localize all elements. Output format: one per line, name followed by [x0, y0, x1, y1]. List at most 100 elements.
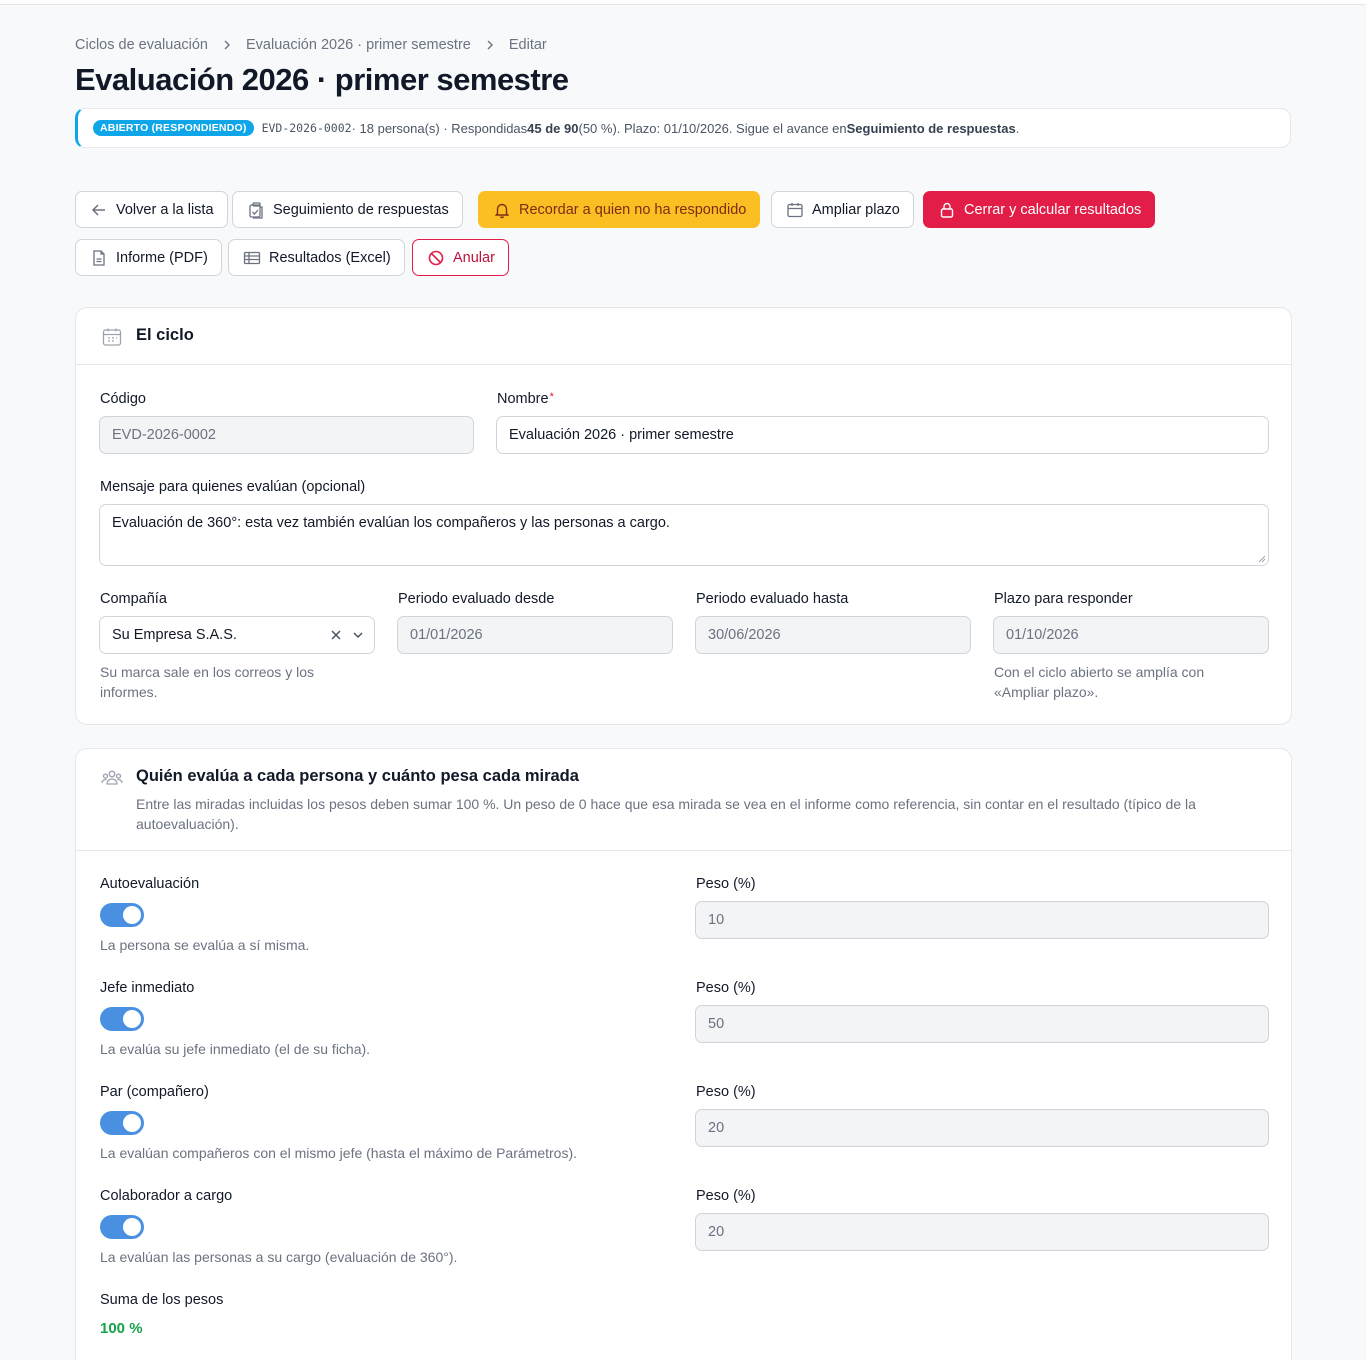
- peer-help: La evalúan compañeros con el mismo jefe …: [100, 1145, 577, 1161]
- period-from-value: 01/01/2026: [410, 627, 483, 643]
- period-to-field: 30/06/2026: [695, 616, 971, 654]
- breadcrumb-cycles-link[interactable]: Ciclos de evaluación: [75, 37, 208, 53]
- code-field: EVD-2026-0002: [99, 416, 474, 454]
- manager-toggle[interactable]: [100, 1007, 144, 1031]
- report-toggle[interactable]: [100, 1215, 144, 1239]
- report-weight-field: 20: [695, 1213, 1269, 1251]
- period-to-value: 30/06/2026: [708, 627, 781, 643]
- results-excel-button[interactable]: Resultados (Excel): [228, 239, 405, 276]
- peer-label: Par (compañero): [100, 1084, 209, 1100]
- close-and-calculate-button[interactable]: Cerrar y calcular resultados: [923, 191, 1156, 228]
- manager-help: La evalúa su jefe inmediato (el de su fi…: [100, 1041, 371, 1057]
- report-help: La evalúan las personas a su cargo (eval…: [100, 1249, 458, 1265]
- weights-sum-value: 100 %: [100, 1320, 143, 1337]
- manager-label: Jefe inmediato: [100, 980, 195, 996]
- calendar-icon: [786, 201, 804, 219]
- back-to-list-button[interactable]: Volver a la lista: [75, 191, 228, 228]
- extend-deadline-label: Ampliar plazo: [812, 201, 900, 218]
- company-select[interactable]: Su Empresa S.A.S.: [99, 616, 375, 654]
- users-icon: [101, 767, 123, 789]
- table-icon: [243, 249, 261, 267]
- lock-icon: [938, 201, 956, 219]
- cycle-card: El ciclo Código EVD-2026-0002 Nombre* Ev…: [75, 307, 1292, 725]
- calendar-icon: [101, 326, 123, 348]
- peer-weight-field: 20: [695, 1109, 1269, 1147]
- clipboard-check-icon: [247, 201, 265, 219]
- void-button[interactable]: Anular: [412, 239, 509, 276]
- self-eval-weight-field: 10: [695, 901, 1269, 939]
- name-label: Nombre*: [497, 391, 554, 407]
- extend-deadline-button[interactable]: Ampliar plazo: [771, 191, 914, 228]
- code-value: EVD-2026-0002: [112, 427, 216, 443]
- back-to-list-label: Volver a la lista: [116, 201, 214, 218]
- name-label-text: Nombre: [497, 391, 549, 407]
- breadcrumb-cycle-link[interactable]: Evaluación 2026 · primer semestre: [246, 37, 471, 53]
- company-value: Su Empresa S.A.S.: [112, 627, 237, 643]
- self-eval-toggle[interactable]: [100, 903, 144, 927]
- remind-label: Recordar a quien no ha respondido: [519, 201, 747, 218]
- resize-grip-icon[interactable]: [1258, 555, 1266, 563]
- report-pdf-label: Informe (PDF): [116, 249, 208, 266]
- weights-card-subtitle: Entre las miradas incluidas los pesos de…: [136, 796, 1196, 832]
- period-from-label: Periodo evaluado desde: [398, 591, 555, 607]
- peer-weight-label: Peso (%): [696, 1084, 756, 1100]
- self-eval-help: La persona se evalúa a sí misma.: [100, 937, 310, 953]
- required-marker: *: [549, 391, 554, 403]
- ban-icon: [427, 249, 445, 267]
- message-textarea[interactable]: Evaluación de 360°: esta vez también eva…: [99, 504, 1269, 566]
- banner-text-a: · 18 persona(s) · Respondidas: [351, 120, 528, 136]
- peer-toggle[interactable]: [100, 1111, 144, 1135]
- report-pdf-button[interactable]: Informe (PDF): [75, 239, 222, 276]
- remind-button[interactable]: Recordar a quien no ha respondido: [478, 191, 761, 228]
- document-icon: [90, 249, 108, 267]
- tracking-link[interactable]: Seguimiento de respuestas: [847, 121, 1016, 136]
- breadcrumb-current: Editar: [508, 37, 547, 53]
- name-input[interactable]: Evaluación 2026 · primer semestre: [496, 416, 1269, 454]
- manager-weight-field: 50: [695, 1005, 1269, 1043]
- self-eval-label: Autoevaluación: [100, 876, 200, 892]
- report-label: Colaborador a cargo: [100, 1188, 233, 1204]
- status-banner: ABIERTO (RESPONDIENDO) EVD-2026-0002 · 1…: [75, 108, 1291, 148]
- weights-card: Quién evalúa a cada persona y cuánto pes…: [75, 748, 1292, 1360]
- self-eval-weight-value: 10: [708, 912, 725, 928]
- close-and-calculate-label: Cerrar y calcular resultados: [964, 201, 1142, 218]
- period-to-label: Periodo evaluado hasta: [696, 591, 849, 607]
- void-label: Anular: [453, 249, 495, 266]
- chevron-right-icon: [484, 39, 496, 51]
- deadline-help: Con el ciclo abierto se amplía con «Ampl…: [994, 664, 1205, 700]
- status-badge: ABIERTO (RESPONDIENDO): [93, 120, 254, 136]
- select-controls: [330, 617, 364, 653]
- tracking-button[interactable]: Seguimiento de respuestas: [232, 191, 463, 228]
- company-help: Su marca sale en los correos y los infor…: [100, 664, 314, 700]
- results-excel-label: Resultados (Excel): [269, 249, 391, 266]
- deadline-value: 01/10/2026: [1006, 627, 1079, 643]
- chevron-right-icon: [221, 39, 233, 51]
- manager-weight-value: 50: [708, 1016, 725, 1032]
- manager-weight-label: Peso (%): [696, 980, 756, 996]
- self-eval-weight-label: Peso (%): [696, 876, 756, 892]
- message-label: Mensaje para quienes evalúan (opcional): [100, 479, 366, 495]
- top-bar: [0, 0, 1366, 5]
- message-value: Evaluación de 360°: esta vez también eva…: [112, 515, 670, 531]
- peer-weight-value: 20: [708, 1120, 725, 1136]
- banner-text-c: .: [1015, 120, 1020, 136]
- banner-text-b: (50 %). Plazo: 01/10/2026. Sigue el avan…: [578, 120, 847, 136]
- breadcrumb: Ciclos de evaluación Evaluación 2026 · p…: [75, 37, 547, 53]
- page-title: Evaluación 2026 · primer semestre: [75, 62, 569, 97]
- company-label: Compañía: [100, 591, 167, 607]
- name-value: Evaluación 2026 · primer semestre: [509, 427, 734, 443]
- tracking-label: Seguimiento de respuestas: [273, 201, 449, 218]
- deadline-field: 01/10/2026: [993, 616, 1269, 654]
- deadline-label: Plazo para responder: [994, 591, 1133, 607]
- weights-card-title: Quién evalúa a cada persona y cuánto pes…: [136, 767, 579, 785]
- clear-icon[interactable]: [330, 629, 342, 641]
- cycle-code: EVD-2026-0002: [261, 121, 352, 135]
- weights-card-header: Quién evalúa a cada persona y cuánto pes…: [76, 749, 1291, 851]
- report-weight-value: 20: [708, 1224, 725, 1240]
- bell-icon: [493, 201, 511, 219]
- cycle-card-header: El ciclo: [76, 308, 1291, 365]
- arrow-left-icon: [90, 201, 108, 219]
- period-from-field: 01/01/2026: [397, 616, 673, 654]
- chevron-down-icon[interactable]: [352, 629, 364, 641]
- weights-sum-label: Suma de los pesos: [100, 1292, 224, 1308]
